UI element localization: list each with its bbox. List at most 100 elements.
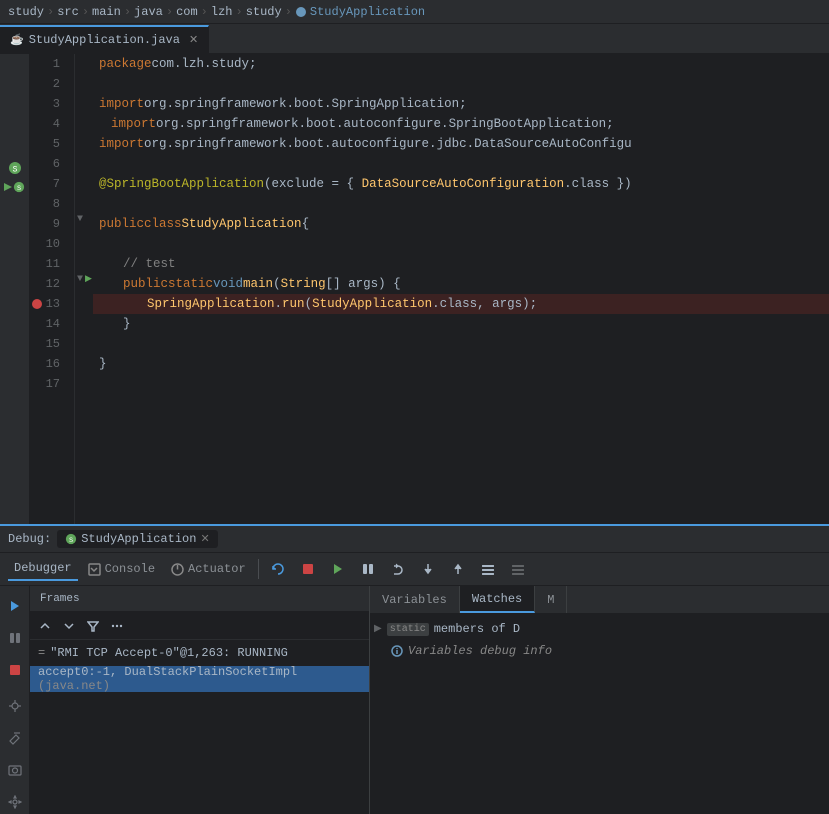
code-line-14: } [93, 314, 829, 334]
code-line-7: @SpringBootApplication(exclude = { DataS… [93, 174, 829, 194]
code-line-12: public static void main(String[] args) { [93, 274, 829, 294]
step-out-button[interactable] [445, 556, 471, 582]
rerun-button[interactable] [265, 556, 291, 582]
debug-toolbar: Debugger Console Actuator [0, 553, 829, 586]
editor-tab-study-application[interactable]: ☕ StudyApplication.java ✕ [0, 25, 209, 53]
frames-more-btn[interactable] [106, 615, 128, 637]
step-into-button[interactable] [415, 556, 441, 582]
line-num-13[interactable]: 13 [30, 294, 66, 314]
debug-bug-btn[interactable] [3, 694, 27, 718]
debug-session-tab[interactable]: S StudyApplication ✕ [57, 530, 217, 548]
breadcrumb: study › src › main › java › com › lzh › … [0, 0, 829, 24]
var-expand-icon[interactable]: ▶ [374, 623, 382, 635]
breadcrumb-item[interactable]: lzh [211, 5, 233, 19]
var-item-static[interactable]: ▶ static members of D [374, 618, 825, 640]
line-num-8: 8 [30, 194, 66, 214]
code-line-10 [93, 234, 829, 254]
breadcrumb-sep: › [235, 5, 242, 19]
debug-tab-debugger[interactable]: Debugger [8, 557, 78, 581]
breadcrumb-sep: › [201, 5, 208, 19]
frame-label-2: accept0:-1, DualStackPlainSocketImpl (ja… [38, 665, 361, 693]
line-num-16: 16 [30, 354, 66, 374]
line-num-6: 6 [30, 154, 66, 174]
variables-tab[interactable]: Variables [370, 586, 460, 613]
variables-tab-label: Variables [382, 593, 447, 607]
step-over-button[interactable] [385, 556, 411, 582]
svg-text:S: S [69, 537, 73, 545]
stop-button[interactable] [295, 556, 321, 582]
code-line-15 [93, 334, 829, 354]
frame-item-1[interactable]: = "RMI TCP Accept-0"@1,263: RUNNING [30, 640, 369, 666]
frames-filter-btn[interactable] [82, 615, 104, 637]
line-num-2: 2 [30, 74, 66, 94]
run-icon-12[interactable]: ▶ [85, 274, 92, 284]
debug-stop-btn[interactable] [3, 658, 27, 682]
toolbar-sep-1 [258, 559, 259, 579]
breadcrumb-item[interactable]: study [246, 5, 282, 19]
frames-panel: Frames = "RMI TCP Accept-0" [30, 586, 370, 814]
static-badge: static [387, 623, 429, 636]
info-icon [391, 645, 403, 657]
debug-left-tool-strip [0, 586, 30, 814]
actuator-tab-label: Actuator [188, 562, 246, 576]
mute-breakpoints-button[interactable] [505, 556, 531, 582]
breadcrumb-item[interactable]: study [8, 5, 44, 19]
editor-area: S S 1 2 3 4 5 6 7 8 9 10 11 12 13 14 15 [0, 54, 829, 524]
collapse-icon-9[interactable]: ▼ [77, 214, 83, 225]
memory-tab[interactable]: M [535, 586, 567, 613]
frame-label-1: "RMI TCP Accept-0"@1,263: RUNNING [50, 646, 288, 660]
breadcrumb-item[interactable]: main [92, 5, 121, 19]
debug-tab-console[interactable]: Console [82, 558, 161, 580]
frames-toolbar [30, 612, 369, 640]
debug-pause-btn[interactable] [3, 626, 27, 650]
code-line-6 [93, 154, 829, 174]
line-num-17: 17 [30, 374, 66, 394]
editor-left-gutter: S S [0, 54, 30, 524]
breadcrumb-item[interactable]: src [57, 5, 79, 19]
debug-edit-btn[interactable] [3, 726, 27, 750]
debug-tab-actuator[interactable]: Actuator [165, 558, 252, 580]
spring-boot-icon-line7: S [0, 158, 29, 178]
console-tab-label: Console [105, 562, 155, 576]
breadcrumb-item[interactable]: java [134, 5, 163, 19]
code-line-4: import org.springframework.boot.autoconf… [93, 114, 829, 134]
frames-up-btn[interactable] [34, 615, 56, 637]
debug-title-label: Debug: [8, 532, 51, 546]
var-name-static: members of D [434, 622, 520, 636]
variables-panel: Variables Watches M ▶ static members of … [370, 586, 829, 814]
view-breakpoints-button[interactable] [475, 556, 501, 582]
svg-text:S: S [12, 166, 17, 175]
breadcrumb-sep: › [124, 5, 131, 19]
resume-button[interactable] [325, 556, 351, 582]
debugger-tab-label: Debugger [14, 561, 72, 575]
variables-body: ▶ static members of D Variables debug in… [370, 614, 829, 814]
breadcrumb-item[interactable]: com [176, 5, 198, 19]
code-line-2 [93, 74, 829, 94]
debug-session-name: StudyApplication [81, 532, 196, 546]
debug-photo-btn[interactable] [3, 758, 27, 782]
debug-settings-btn[interactable] [3, 790, 27, 814]
breadcrumb-sep: › [47, 5, 54, 19]
line-num-7: 7 [30, 174, 66, 194]
tab-close-icon[interactable]: ✕ [189, 33, 198, 47]
memory-tab-label: M [547, 593, 554, 607]
frame-item-2[interactable]: accept0:-1, DualStackPlainSocketImpl (ja… [30, 666, 369, 692]
debug-resume-btn[interactable] [3, 594, 27, 618]
pause-button[interactable] [355, 556, 381, 582]
var-debug-info-label: Variables debug info [408, 644, 552, 658]
frames-body: = "RMI TCP Accept-0"@1,263: RUNNING acce… [30, 640, 369, 814]
line-num-10: 10 [30, 234, 66, 254]
collapse-icon-12[interactable]: ▼ [77, 274, 83, 285]
debug-session-close[interactable]: ✕ [200, 532, 209, 546]
line9-icons: S [0, 178, 29, 198]
line-num-1: 1 [30, 54, 66, 74]
code-editor: 1 2 3 4 5 6 7 8 9 10 11 12 13 14 15 16 1… [30, 54, 829, 524]
code-line-8 [93, 194, 829, 214]
watches-tab-label: Watches [472, 592, 522, 606]
breadcrumb-item-current[interactable]: StudyApplication [295, 5, 425, 19]
collapse-gutter: ▼ ▼ ▶ [75, 54, 93, 524]
line-numbers: 1 2 3 4 5 6 7 8 9 10 11 12 13 14 15 16 1… [30, 54, 75, 524]
frames-down-btn[interactable] [58, 615, 80, 637]
code-line-11: // test [93, 254, 829, 274]
watches-tab[interactable]: Watches [460, 586, 535, 613]
